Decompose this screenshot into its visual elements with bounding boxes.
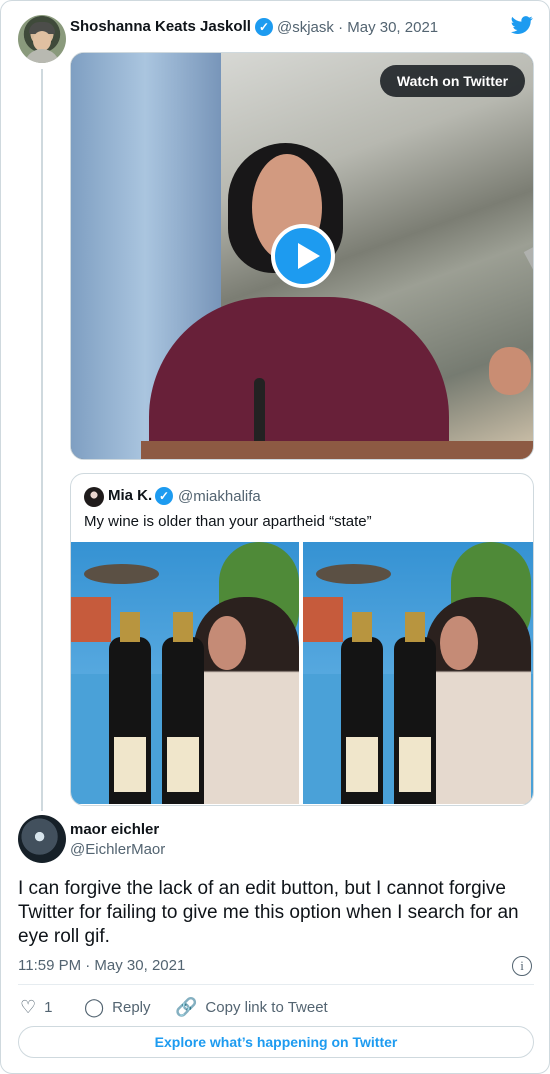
play-icon[interactable]: [271, 224, 335, 288]
quoted-author-name[interactable]: Mia K.: [108, 487, 152, 504]
twitter-bird-icon[interactable]: [509, 14, 535, 36]
verified-icon: ✓: [255, 18, 273, 36]
author-avatar[interactable]: [18, 15, 66, 63]
reply-icon: ◯: [84, 996, 105, 1017]
reply-author-avatar[interactable]: [18, 815, 66, 863]
heart-icon: ♡: [20, 996, 37, 1017]
video-hand: [489, 347, 531, 395]
action-divider: [18, 984, 534, 985]
avatar-body: [24, 49, 60, 63]
reply-button[interactable]: ◯ Reply: [84, 997, 151, 1017]
copy-link-button[interactable]: 🔗 Copy link to Tweet: [175, 997, 328, 1017]
reply-label: Reply: [112, 998, 151, 1016]
reply-author-handle[interactable]: @EichlerMaor: [70, 841, 165, 858]
reply-timestamp[interactable]: 11:59 PM · May 30, 2021: [18, 957, 185, 974]
video-desk: [141, 441, 533, 459]
video-media[interactable]: Watch on Twitter: [70, 52, 534, 460]
quoted-tweet[interactable]: Mia K. ✓ @miakhalifa My wine is older th…: [70, 473, 534, 806]
quoted-photo-right[interactable]: [303, 542, 533, 804]
author-name[interactable]: Shoshanna Keats Jaskoll: [70, 18, 251, 35]
tweet-embed-card: Shoshanna Keats Jaskoll ✓ @skjask · May …: [0, 0, 550, 1074]
verified-icon: ✓: [155, 487, 173, 505]
like-button[interactable]: ♡ 1: [20, 997, 52, 1017]
copy-link-label: Copy link to Tweet: [205, 998, 328, 1016]
explore-button[interactable]: Explore what’s happening on Twitter: [18, 1026, 534, 1058]
quoted-tweet-text: My wine is older than your apartheid “st…: [84, 513, 372, 530]
reply-text: I can forgive the lack of an edit button…: [18, 878, 519, 947]
author-handle-date[interactable]: @skjask · May 30, 2021: [277, 19, 438, 36]
watch-on-twitter-button[interactable]: Watch on Twitter: [380, 65, 525, 97]
link-icon: 🔗: [175, 996, 198, 1017]
avatar-face: [33, 31, 51, 51]
info-icon[interactable]: i: [512, 956, 532, 976]
quoted-photo-left[interactable]: [71, 542, 301, 804]
thread-line: [41, 69, 43, 811]
quoted-author-avatar[interactable]: [84, 487, 104, 507]
reply-author-name[interactable]: maor eichler: [70, 821, 159, 838]
like-count: 1: [44, 998, 53, 1016]
quoted-author-handle[interactable]: @miakhalifa: [178, 488, 261, 505]
